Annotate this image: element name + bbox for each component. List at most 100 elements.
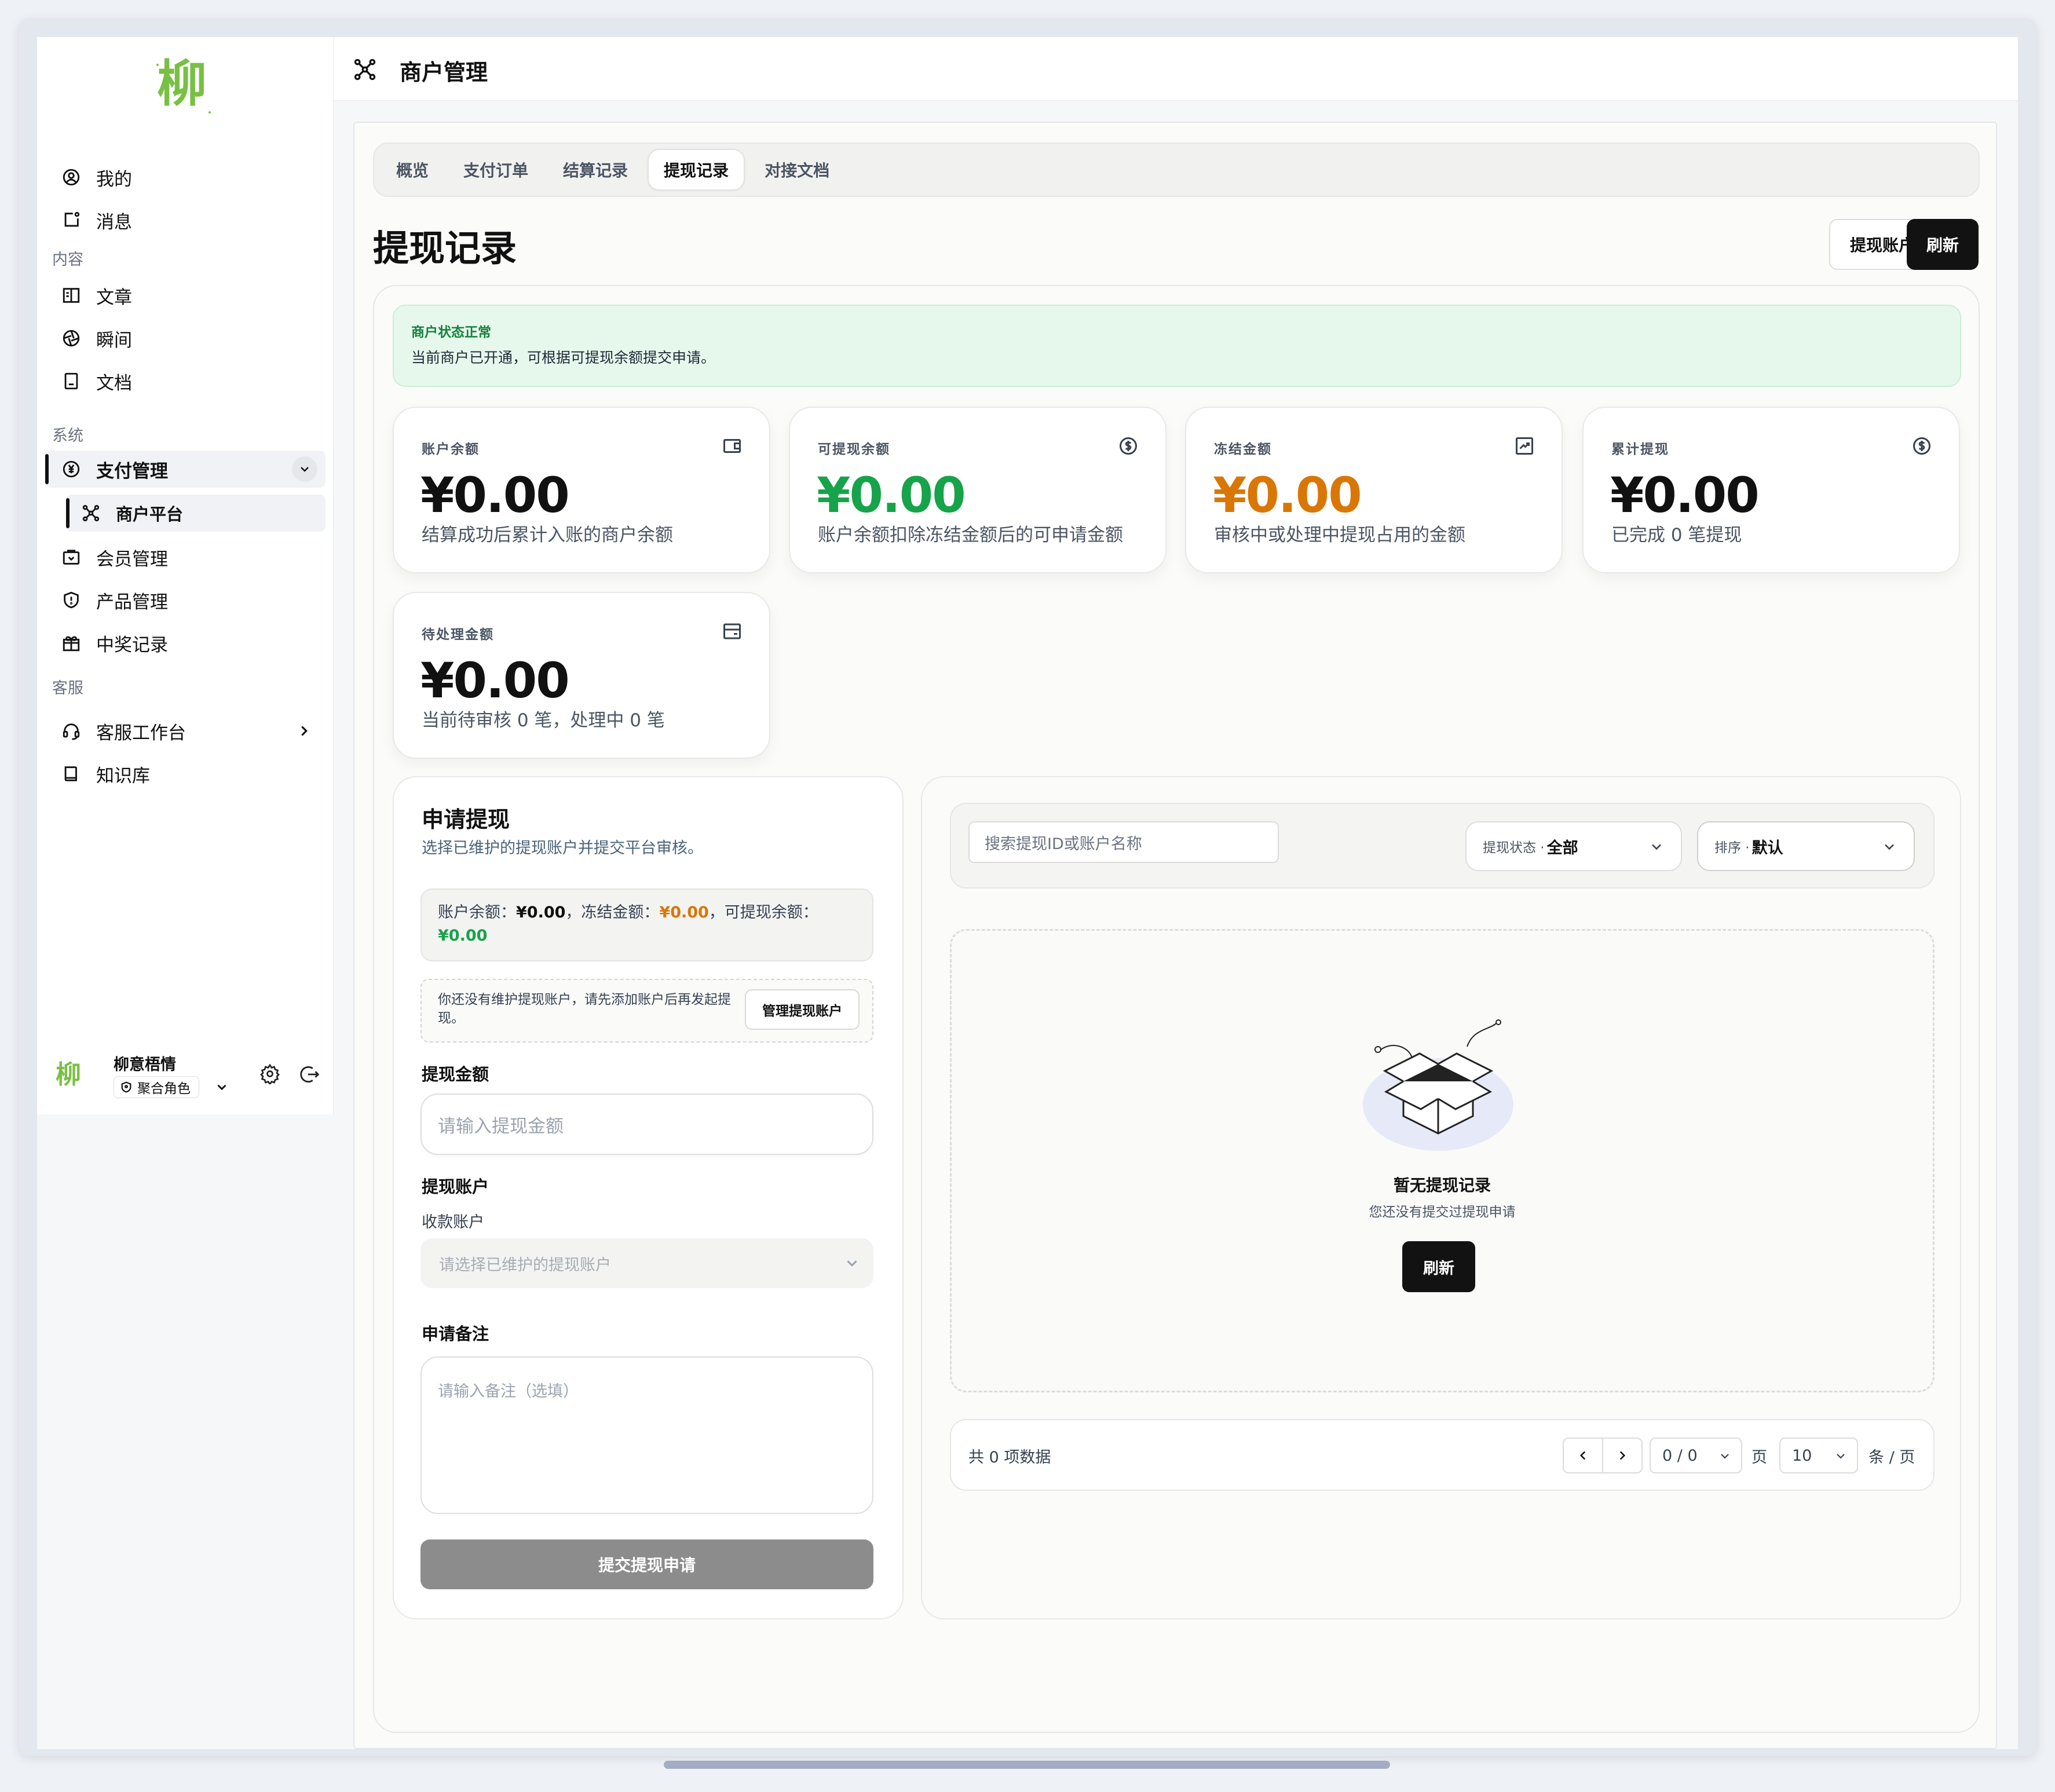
shield-icon [60, 589, 82, 611]
sidebar-item-messages[interactable]: 消息 [60, 202, 321, 239]
tab-pay-orders[interactable]: 支付订单 [448, 149, 543, 191]
amount-input[interactable]: 请输入提现金额 [420, 1094, 873, 1155]
logout-icon[interactable] [299, 1063, 321, 1085]
search-input[interactable]: 搜索提现ID或账户名称 [968, 821, 1279, 863]
article-icon [60, 284, 82, 306]
app-root: 柳 我的 消息 内容 文章 瞬间 文档 系统 支付管理 商户平台 会员管理 产品… [37, 37, 2018, 1749]
balance-label: 账户余额： [438, 904, 516, 921]
sidebar-item-mine[interactable]: 我的 [60, 159, 321, 196]
submit-withdraw-button[interactable]: 提交提现申请 [420, 1539, 873, 1589]
content-card: 商户状态正常 当前商户已开通，可根据可提现余额提交申请。 账户余额 ¥0.00 … [373, 285, 1980, 1733]
balance-value: ¥0.00 [516, 904, 566, 921]
stat-value: ¥0.00 [420, 467, 570, 524]
sidebar-item-payment[interactable]: 支付管理 [45, 451, 326, 488]
sidebar-item-moments[interactable]: 瞬间 [60, 320, 321, 357]
chevron-down-icon [847, 1260, 857, 1267]
wallet-icon [723, 439, 741, 453]
top-bar: 商户管理 [334, 37, 2018, 101]
apply-title: 申请提现 [422, 807, 510, 832]
shield-icon [121, 1081, 131, 1093]
brand-logo[interactable]: 柳 [141, 47, 222, 123]
yuan-circle-icon [60, 458, 82, 480]
pagination: 共 0 项数据 0 / 0 页 10 条 / 页 [950, 1419, 1935, 1491]
stat-desc: 结算成功后累计入账的商户余额 [422, 525, 673, 546]
sidebar-item-label: 会员管理 [96, 548, 168, 570]
sidebar-item-label: 消息 [96, 211, 132, 233]
sidebar-item-label: 知识库 [96, 765, 150, 787]
main-panel: 概览 支付订单 结算记录 提现记录 对接文档 提现记录 提现账户 刷新 商户状态… [353, 122, 1997, 1749]
prev-page-button[interactable] [1563, 1438, 1603, 1473]
remark-label: 申请备注 [422, 1324, 489, 1344]
stat-card-balance: 账户余额 ¥0.00 结算成功后累计入账的商户余额 [393, 407, 770, 573]
stat-desc: 账户余额扣除冻结金额后的可申请金额 [818, 525, 1123, 546]
avatar[interactable]: 柳 [50, 1055, 87, 1092]
empty-refresh-button[interactable]: 刷新 [1402, 1241, 1475, 1292]
status-filter-select[interactable]: 提现状态 · 全部 [1465, 821, 1682, 871]
sidebar-item-label: 瞬间 [96, 330, 132, 351]
receive-account-label: 收款账户 [422, 1213, 484, 1231]
horizontal-scrollbar[interactable] [664, 1761, 1390, 1769]
sidebar-item-label: 文章 [96, 287, 132, 308]
stat-card-total-withdrawn: 累计提现 ¥0.00 已完成 0 笔提现 [1582, 407, 1960, 573]
empty-title: 暂无提现记录 [1393, 1176, 1491, 1195]
page-unit: 页 [1751, 1449, 1767, 1466]
page-select[interactable]: 0 / 0 [1650, 1438, 1742, 1473]
stat-card-frozen: 冻结金额 ¥0.00 审核中或处理中提现占用的金额 [1185, 407, 1563, 573]
sidebar-section-content: 内容 [52, 251, 83, 269]
sidebar-item-label: 产品管理 [96, 591, 168, 613]
gear-icon[interactable] [259, 1063, 280, 1084]
frozen-value: ¥0.00 [659, 904, 709, 921]
stat-label: 累计提现 [1611, 442, 1669, 457]
sidebar-item-articles[interactable]: 文章 [60, 277, 321, 314]
next-page-button[interactable] [1602, 1438, 1643, 1473]
tab-integration-docs[interactable]: 对接文档 [749, 149, 844, 191]
chevron-down-icon[interactable] [214, 1080, 229, 1095]
tab-settlements[interactable]: 结算记录 [548, 149, 643, 191]
role-badge[interactable]: 聚合角色 [114, 1076, 199, 1098]
empty-box-icon [1363, 1019, 1513, 1151]
sidebar-item-knowledge[interactable]: 知识库 [60, 755, 321, 792]
sort-select[interactable]: 排序 · 默认 [1697, 821, 1915, 871]
stat-label: 待处理金额 [422, 627, 494, 642]
chevron-left-icon [1579, 1451, 1586, 1460]
user-name: 柳意梧情 [114, 1056, 176, 1074]
stat-label: 冻结金额 [1214, 442, 1272, 457]
sidebar-item-label: 商户平台 [116, 504, 184, 524]
apply-subtitle: 选择已维护的提现账户并提交平台审核。 [422, 839, 703, 857]
tab-withdrawals[interactable]: 提现记录 [648, 149, 745, 191]
user-circle-icon [60, 166, 82, 188]
receive-account-select[interactable]: 请选择已维护的提现账户 [420, 1238, 873, 1288]
remark-textarea[interactable]: 请输入备注（选填） [420, 1356, 873, 1514]
stat-desc: 已完成 0 笔提现 [1611, 525, 1742, 546]
stat-value: ¥0.00 [817, 467, 966, 524]
sidebar-section-system: 系统 [52, 427, 83, 445]
page-size-select[interactable]: 10 [1779, 1438, 1858, 1473]
chevron-right-icon[interactable] [295, 722, 313, 740]
sidebar-item-products[interactable]: 产品管理 [60, 582, 321, 619]
frozen-label: ，冻结金额： [565, 904, 660, 921]
sidebar-item-docs[interactable]: 文档 [60, 363, 321, 400]
card-icon [723, 623, 741, 639]
sidebar-item-label: 客服工作台 [96, 722, 186, 744]
sidebar-item-label: 文档 [96, 372, 132, 394]
stat-value: ¥0.00 [1610, 467, 1760, 524]
sidebar-item-service-workbench[interactable]: 客服工作台 [60, 712, 321, 749]
withdraw-records-panel: 搜索提现ID或账户名称 提现状态 · 全部 排序 · 默认 暂无提现记录 您还没… [921, 776, 1961, 1619]
sidebar-item-members[interactable]: 会员管理 [60, 539, 321, 576]
dollar-circle-icon [1913, 437, 1930, 455]
stat-value: ¥0.00 [1213, 467, 1362, 524]
refresh-button[interactable]: 刷新 [1907, 219, 1979, 270]
chevron-down-icon[interactable] [292, 456, 317, 482]
manage-accounts-button[interactable]: 管理提现账户 [745, 989, 860, 1030]
status-filter-label: 提现状态 · [1483, 840, 1545, 855]
apply-withdraw-panel: 申请提现 选择已维护的提现账户并提交平台审核。 账户余额：¥0.00，冻结金额：… [393, 776, 904, 1619]
chevron-down-icon [1885, 844, 1894, 850]
sidebar-item-prizes[interactable]: 中奖记录 [60, 624, 321, 661]
network-icon [354, 58, 376, 81]
total-count: 共 0 项数据 [968, 1449, 1051, 1466]
notice-text: 你还没有维护提现账户，请先添加账户后再发起提现。 [438, 992, 731, 1026]
page-title: 提现记录 [373, 227, 517, 269]
tab-overview[interactable]: 概览 [381, 149, 444, 191]
status-title: 商户状态正常 [411, 325, 491, 340]
sidebar-item-merchant-platform[interactable]: 商户平台 [66, 495, 326, 532]
